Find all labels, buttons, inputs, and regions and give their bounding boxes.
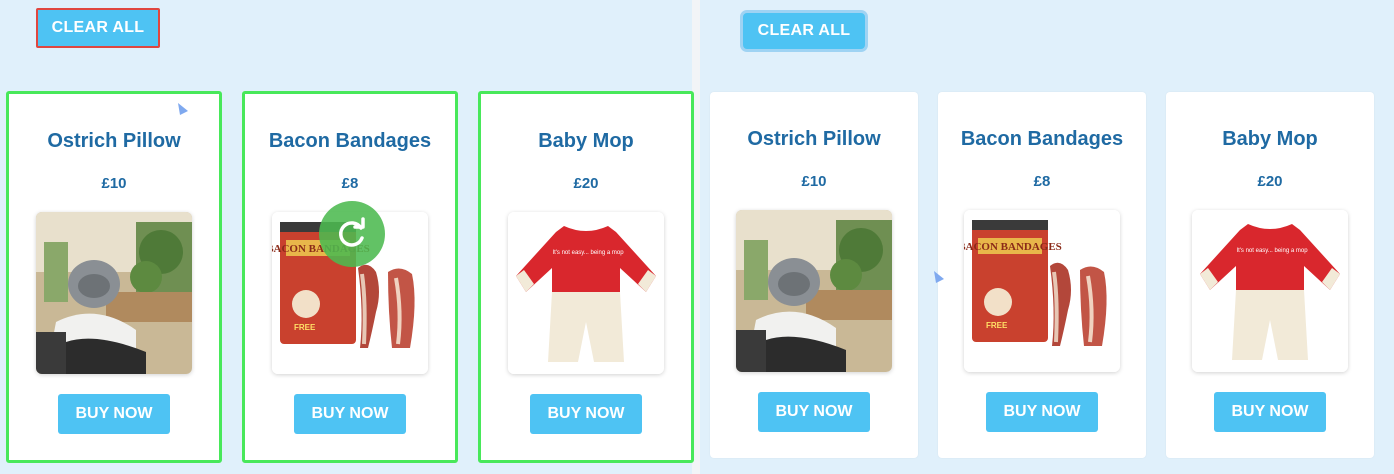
- product-name: Bacon Bandages: [268, 130, 432, 152]
- buy-now-button[interactable]: BUY NOW: [294, 394, 406, 434]
- svg-text:FREE: FREE: [986, 321, 1008, 330]
- cursor-pointer-icon: [934, 271, 944, 283]
- buy-now-button[interactable]: BUY NOW: [986, 392, 1098, 432]
- product-image-ostrich-pillow: [36, 212, 192, 374]
- product-price: £10: [101, 175, 127, 192]
- buy-now-button[interactable]: BUY NOW: [758, 392, 870, 432]
- svg-text:FREE: FREE: [294, 323, 316, 332]
- product-name: Ostrich Pillow: [747, 128, 881, 150]
- buy-now-button[interactable]: BUY NOW: [530, 394, 642, 434]
- product-name: Baby Mop: [538, 130, 634, 152]
- product-price: £8: [341, 175, 359, 192]
- left-panel: CLEAR ALL Ostrich Pillow £10 BUY NOW Bac…: [0, 0, 694, 474]
- clear-all-button[interactable]: CLEAR ALL: [36, 8, 160, 48]
- product-price: £20: [1257, 173, 1283, 190]
- buy-now-button[interactable]: BUY NOW: [58, 394, 170, 434]
- product-name: Bacon Bandages: [960, 128, 1124, 150]
- svg-text:It's not easy... being a mop: It's not easy... being a mop: [552, 250, 624, 256]
- product-price: £10: [801, 173, 827, 190]
- right-panel: CLEAR ALL Ostrich Pillow £10 BUY NOW Bac…: [700, 0, 1394, 474]
- clear-all-button[interactable]: CLEAR ALL: [740, 10, 868, 52]
- svg-text:It's not easy... being a mop: It's not easy... being a mop: [1236, 248, 1308, 254]
- product-image-ostrich-pillow: [736, 210, 892, 372]
- product-name: Ostrich Pillow: [47, 130, 181, 152]
- product-card-bacon-bandages[interactable]: Bacon Bandages £8 BACON BANDAGES FREE BU…: [242, 91, 458, 463]
- product-name: Baby Mop: [1222, 128, 1318, 150]
- product-card-ostrich-pillow[interactable]: Ostrich Pillow £10 BUY NOW: [710, 92, 918, 458]
- product-card-bacon-bandages[interactable]: Bacon Bandages £8 BACON BANDAGES FREE BU…: [938, 92, 1146, 458]
- reload-icon[interactable]: [319, 201, 385, 267]
- product-card-ostrich-pillow[interactable]: Ostrich Pillow £10 BUY NOW: [6, 91, 222, 463]
- product-card-baby-mop[interactable]: Baby Mop £20 It's not easy... being a mo…: [478, 91, 694, 463]
- product-price: £20: [573, 175, 599, 192]
- product-price: £8: [1033, 173, 1051, 190]
- svg-text:BACON BANDAGES: BACON BANDAGES: [964, 241, 1062, 253]
- product-image-baby-mop: It's not easy... being a mop: [508, 212, 664, 374]
- product-image-bacon-bandages: BACON BANDAGES FREE: [964, 210, 1120, 372]
- product-card-baby-mop[interactable]: Baby Mop £20 It's not easy... being a mo…: [1166, 92, 1374, 458]
- product-image-baby-mop: It's not easy... being a mop: [1192, 210, 1348, 372]
- cursor-pointer-icon: [178, 103, 188, 115]
- buy-now-button[interactable]: BUY NOW: [1214, 392, 1326, 432]
